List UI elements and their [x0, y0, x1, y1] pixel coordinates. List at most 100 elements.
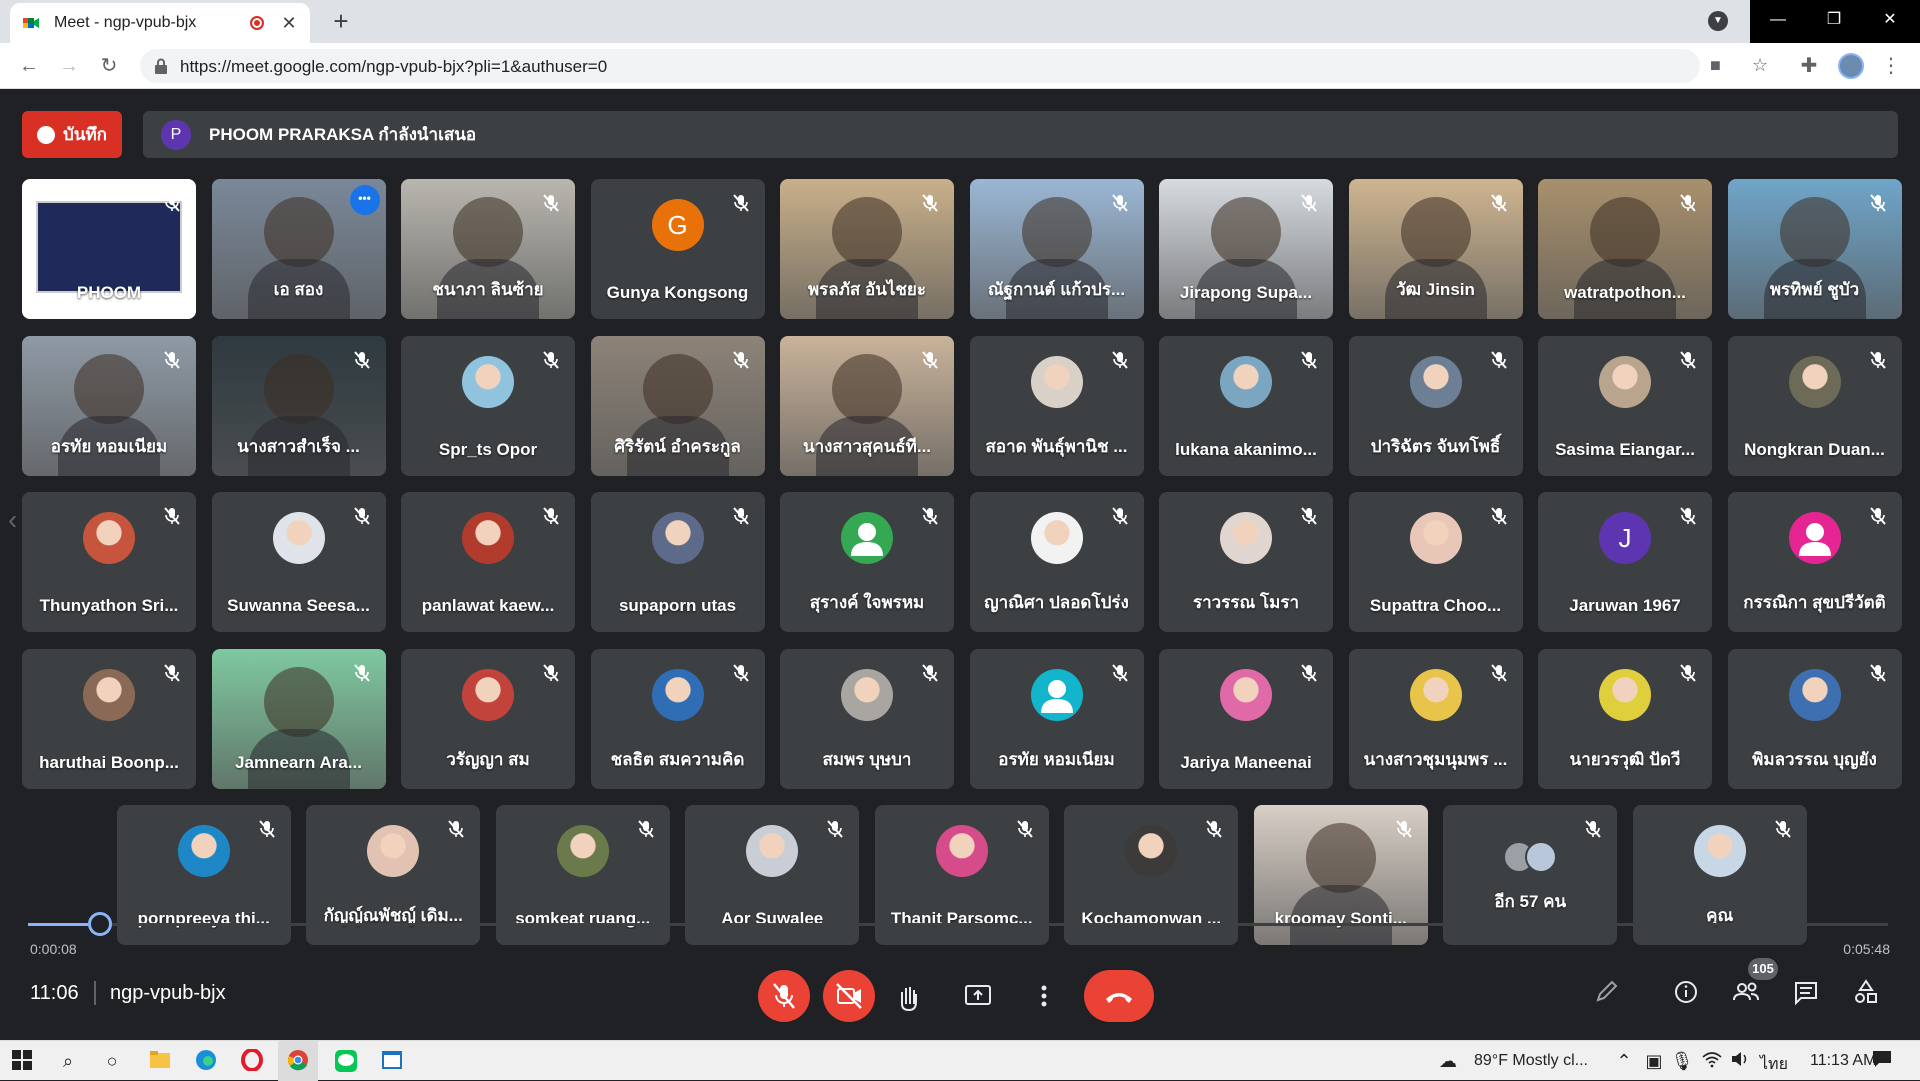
more-options-button[interactable] — [1014, 970, 1066, 1022]
file-explorer-icon[interactable] — [148, 1049, 172, 1073]
participant-tile[interactable]: Sasima Eiangar... — [1538, 335, 1712, 476]
participant-tile[interactable]: PHOOM — [22, 179, 196, 319]
leave-call-button[interactable] — [1084, 970, 1154, 1022]
playback-handle[interactable] — [87, 912, 112, 936]
address-bar[interactable]: https://meet.google.com/ngp-vpub-bjx?pli… — [140, 49, 1768, 83]
participant-tile[interactable]: กรรณิกา สุขปรีวัตติ — [1727, 492, 1902, 632]
profile-avatar[interactable] — [1838, 53, 1864, 79]
task-view-icon[interactable]: ○ — [100, 1049, 124, 1073]
participant-tile[interactable]: วัฒ Jinsin — [1348, 179, 1523, 319]
opera-icon[interactable] — [240, 1048, 264, 1073]
participant-name: Aor Suwalee — [721, 909, 824, 928]
browser-tab-meet[interactable]: Meet - ngp-vpub-bjx ✕ — [10, 3, 310, 43]
tab-close-icon[interactable]: ✕ — [280, 13, 298, 34]
mic-off-button[interactable] — [758, 970, 810, 1022]
participant-tile[interactable]: Jirapong Supa... — [1159, 179, 1333, 319]
participant-tile[interactable]: พรทิพย์ ชูบัว — [1727, 179, 1902, 319]
participant-tile[interactable]: นายวรวุฒิ ปัดวี — [1538, 648, 1712, 789]
reload-icon[interactable]: ↻ — [94, 51, 124, 81]
edge-browser-icon[interactable] — [194, 1049, 218, 1073]
participant-tile[interactable]: สุรางค์ ใจพรหม — [780, 492, 954, 632]
participant-tile[interactable]: Supattra Choo... — [1348, 492, 1523, 632]
wifi-icon[interactable] — [1700, 1049, 1724, 1073]
minimize-icon[interactable]: — — [1750, 0, 1806, 40]
participant-tile[interactable]: panlawat kaew... — [401, 492, 575, 632]
participant-tile[interactable]: J Jaruwan 1967 — [1538, 492, 1712, 632]
camera-off-button[interactable] — [823, 970, 875, 1022]
participant-tile[interactable]: พิมลวรรณ บุญยัง — [1727, 648, 1902, 789]
close-window-icon[interactable]: ✕ — [1862, 0, 1918, 40]
participant-tile[interactable]: อรทัย หอมเนียม — [22, 335, 196, 476]
participant-tile[interactable]: Thunyathon Sri... — [22, 492, 196, 632]
previous-page-icon[interactable]: ‹ — [8, 504, 17, 536]
camera-in-use-icon[interactable]: ■ — [1710, 55, 1721, 76]
app-window-icon[interactable] — [380, 1049, 404, 1073]
browser-menu-icon[interactable]: ⋮ — [1878, 53, 1904, 78]
mic-muted-icon — [1487, 191, 1511, 215]
participant-tile[interactable]: อรทัย หอมเนียม — [969, 648, 1144, 789]
participant-tile[interactable]: ญาณิศา ปลอดโปร่ง — [969, 492, 1144, 632]
participant-tile[interactable]: supaporn utas — [590, 492, 765, 632]
participant-tile[interactable]: Jariya Maneenai — [1159, 648, 1333, 789]
microphone-tray-icon[interactable]: 🎙 — [1670, 1049, 1694, 1073]
bookmark-star-icon[interactable]: ☆ — [1752, 55, 1768, 76]
chrome-icon[interactable] — [286, 1049, 310, 1073]
participant-tile[interactable]: ปาริฉัตร จันทโพธิ์ — [1348, 335, 1523, 476]
mic-muted-icon — [1487, 348, 1511, 372]
windows-start-icon[interactable] — [10, 1049, 34, 1073]
line-app-icon[interactable] — [334, 1049, 358, 1073]
weather-icon[interactable]: ☁ — [1436, 1049, 1460, 1073]
participant-name: อรทัย หอมเนียม — [50, 436, 168, 456]
mic-muted-icon — [1108, 191, 1132, 215]
search-icon[interactable]: ⌕ — [56, 1049, 80, 1073]
system-clock[interactable]: 11:13 AM — [1810, 1052, 1876, 1070]
annotate-pen-icon[interactable] — [1586, 972, 1626, 1012]
participant-tile[interactable]: วรัญญา สม — [401, 648, 575, 789]
present-screen-button[interactable] — [952, 970, 1004, 1022]
input-language[interactable]: ไทย — [1760, 1052, 1788, 1077]
show-hidden-icons-icon[interactable]: ⌃ — [1612, 1049, 1636, 1073]
participant-tile[interactable]: นางสาวสุคนธ์ที... — [780, 335, 954, 476]
participant-tile[interactable]: สมพร บุษบา — [780, 648, 954, 789]
tile-options-button[interactable]: ••• — [349, 185, 380, 215]
tab-search-icon[interactable]: ▼ — [1708, 11, 1728, 31]
weather-text[interactable]: 89°F Mostly cl... — [1474, 1052, 1588, 1070]
participant-tile[interactable]: สอาด พันธุ์พานิช ... — [969, 335, 1144, 476]
new-tab-button[interactable]: + — [326, 6, 356, 37]
participant-tile[interactable]: ชลธิต สมความคิด — [590, 648, 765, 789]
profile-photo-avatar — [1409, 355, 1462, 408]
raise-hand-button[interactable] — [882, 970, 934, 1022]
playback-track[interactable] — [28, 923, 1888, 926]
volume-icon[interactable] — [1728, 1049, 1752, 1073]
participant-tile[interactable]: ณัฐกานต์ แก้วปร... — [969, 179, 1144, 319]
participant-tile[interactable]: พรลภัส อันไชยะ — [780, 179, 954, 319]
back-icon[interactable]: ← — [14, 51, 44, 81]
maximize-icon[interactable]: ❐ — [1806, 0, 1862, 40]
participant-name: supaporn utas — [618, 596, 737, 615]
activities-button[interactable] — [1846, 972, 1886, 1012]
notifications-icon[interactable] — [1870, 1049, 1894, 1073]
participant-tile[interactable]: Nongkran Duan... — [1727, 335, 1902, 476]
recording-button[interactable]: บันทึก — [22, 111, 122, 158]
participant-tile[interactable]: ชนาภา ลินซ้าย — [401, 179, 575, 319]
participant-tile[interactable]: ••• เอ สอง — [211, 179, 386, 319]
forward-icon[interactable]: → — [54, 51, 84, 81]
participant-tile[interactable]: Suwanna Seesa... — [211, 492, 386, 632]
participant-tile[interactable]: Spr_ts Opor — [401, 335, 575, 476]
participant-tile[interactable]: ราวรรณ โมรา — [1159, 492, 1333, 632]
participant-tile[interactable]: G Gunya Kongsong — [590, 179, 765, 319]
participant-tile[interactable]: watratpothon... — [1538, 179, 1712, 319]
participant-tile[interactable]: haruthai Boonp... — [22, 648, 196, 789]
meeting-code: ngp-vpub-bjx — [110, 982, 226, 1004]
participant-tile[interactable]: Jamnearn Ara... — [211, 648, 386, 789]
default-avatar-icon — [1030, 668, 1083, 721]
presenting-banner[interactable]: P PHOOM PRARAKSA กำลังนำเสนอ — [143, 111, 1898, 158]
extensions-icon[interactable]: ✚ — [1796, 53, 1822, 78]
participant-tile[interactable]: lukana akanimo... — [1159, 335, 1333, 476]
meeting-details-button[interactable] — [1666, 972, 1706, 1012]
participant-tile[interactable]: นางสาวชุมนุมพร ... — [1348, 648, 1523, 789]
network-adapter-icon[interactable]: ▣ — [1642, 1049, 1666, 1073]
participant-tile[interactable]: นางสาวสำเร็จ ... — [211, 335, 386, 476]
participant-tile[interactable]: ศิริรัตน์ อำคระกูล — [590, 335, 765, 476]
chat-button[interactable] — [1786, 972, 1826, 1012]
